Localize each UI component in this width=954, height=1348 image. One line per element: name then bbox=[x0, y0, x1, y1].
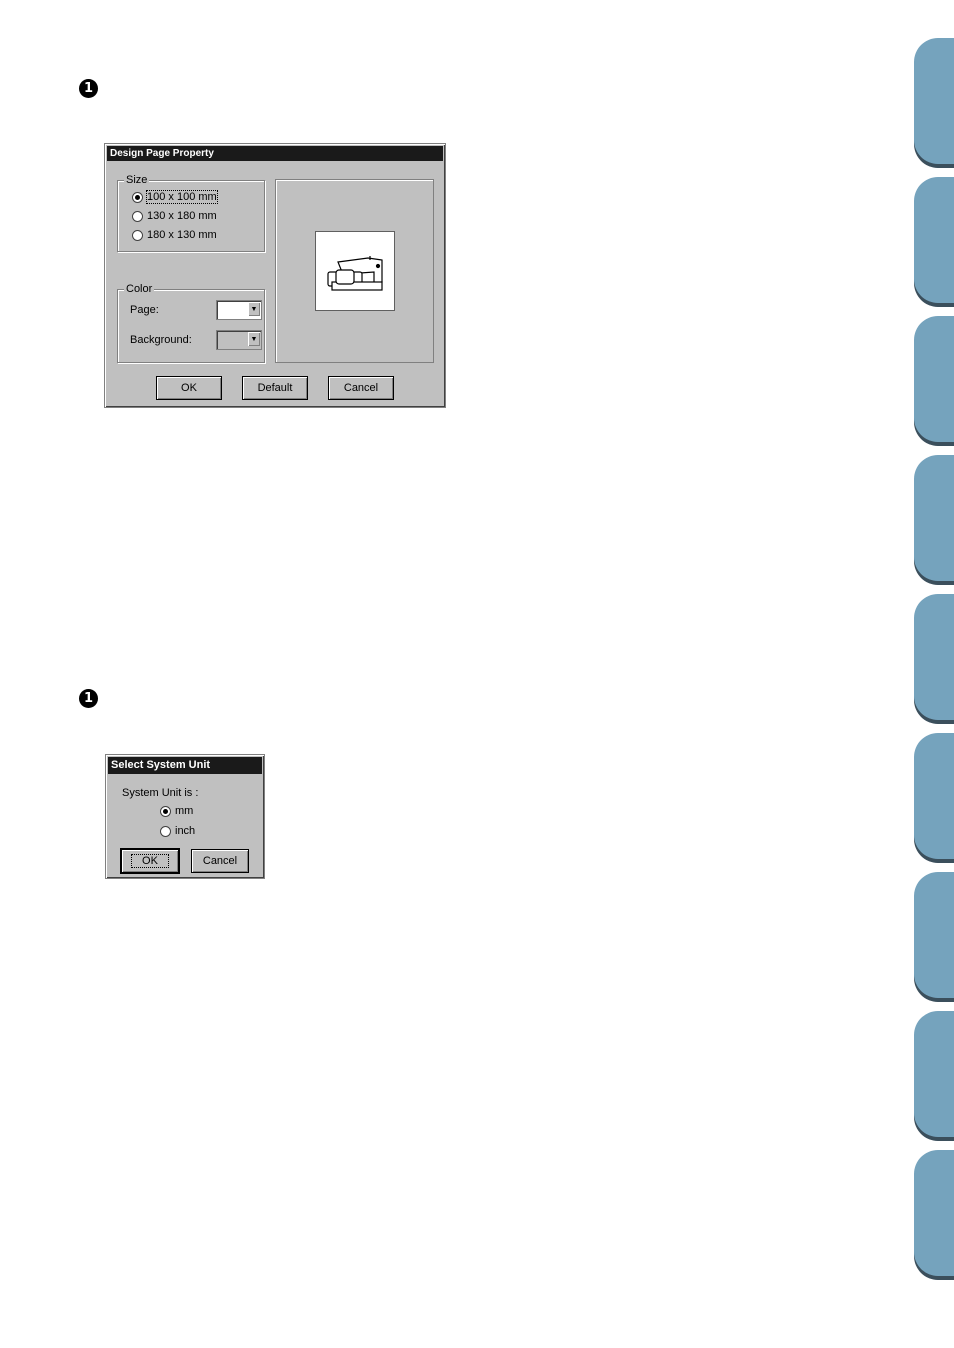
radio-button[interactable] bbox=[132, 229, 143, 241]
background-color-dropdown[interactable]: ▼ bbox=[216, 330, 262, 350]
preview-page bbox=[315, 231, 395, 311]
unit-option-mm[interactable]: mm bbox=[160, 805, 193, 817]
unit-option-label: mm bbox=[175, 805, 194, 817]
dialog-title: Select System Unit bbox=[108, 757, 262, 774]
color-group-legend: Color bbox=[124, 283, 155, 296]
side-tab-9[interactable] bbox=[914, 1150, 954, 1276]
radio-button[interactable] bbox=[132, 191, 143, 203]
side-tab-3[interactable] bbox=[914, 316, 954, 442]
cancel-button[interactable]: Cancel bbox=[191, 849, 249, 873]
size-option-180x130[interactable]: 180 x 130 mm bbox=[132, 229, 217, 241]
default-button[interactable]: Default bbox=[242, 376, 308, 400]
chevron-down-icon[interactable]: ▼ bbox=[248, 302, 260, 316]
ok-button[interactable]: OK bbox=[156, 376, 222, 400]
side-tab-2[interactable] bbox=[914, 177, 954, 303]
size-group: Size 100 x 100 mm 130 x 180 mm 180 x 130… bbox=[117, 174, 265, 252]
size-option-130x180[interactable]: 130 x 180 mm bbox=[132, 210, 217, 222]
radio-button[interactable] bbox=[160, 805, 171, 817]
side-tab-6[interactable] bbox=[914, 733, 954, 859]
size-group-legend: Size bbox=[124, 174, 150, 187]
side-tab-4[interactable] bbox=[914, 455, 954, 581]
unit-option-inch[interactable]: inch bbox=[160, 825, 195, 837]
size-option-label: 180 x 130 mm bbox=[147, 229, 217, 241]
size-option-label: 100 x 100 mm bbox=[146, 190, 218, 204]
page-color-dropdown[interactable]: ▼ bbox=[216, 300, 262, 320]
chevron-down-icon[interactable]: ▼ bbox=[248, 332, 260, 346]
side-tab-5[interactable] bbox=[914, 594, 954, 720]
unit-option-label: inch bbox=[175, 825, 196, 837]
preview-panel bbox=[275, 179, 434, 363]
radio-button[interactable] bbox=[132, 210, 143, 222]
ok-button[interactable]: OK bbox=[121, 849, 179, 873]
dialog-title: Design Page Property bbox=[107, 146, 443, 161]
size-option-label: 130 x 180 mm bbox=[147, 210, 217, 222]
select-system-unit-dialog: Select System Unit System Unit is : mm i… bbox=[105, 754, 265, 879]
background-color-label: Background: bbox=[130, 334, 192, 346]
sewing-machine-icon bbox=[327, 256, 383, 291]
step-marker-1: 1 bbox=[79, 79, 98, 98]
step-marker-2: 1 bbox=[79, 689, 98, 708]
system-unit-prompt: System Unit is : bbox=[122, 787, 199, 799]
page-color-label: Page: bbox=[130, 304, 159, 316]
cancel-button[interactable]: Cancel bbox=[328, 376, 394, 400]
color-group: Color Page: ▼ Background: ▼ bbox=[117, 283, 265, 363]
size-option-100x100[interactable]: 100 x 100 mm bbox=[132, 190, 218, 204]
radio-button[interactable] bbox=[160, 825, 171, 837]
side-tab-8[interactable] bbox=[914, 1011, 954, 1137]
design-page-property-dialog: Design Page Property Size 100 x 100 mm 1… bbox=[104, 143, 446, 408]
side-tab-7[interactable] bbox=[914, 872, 954, 998]
ok-button-label: OK bbox=[131, 854, 169, 868]
side-tab-1[interactable] bbox=[914, 38, 954, 164]
